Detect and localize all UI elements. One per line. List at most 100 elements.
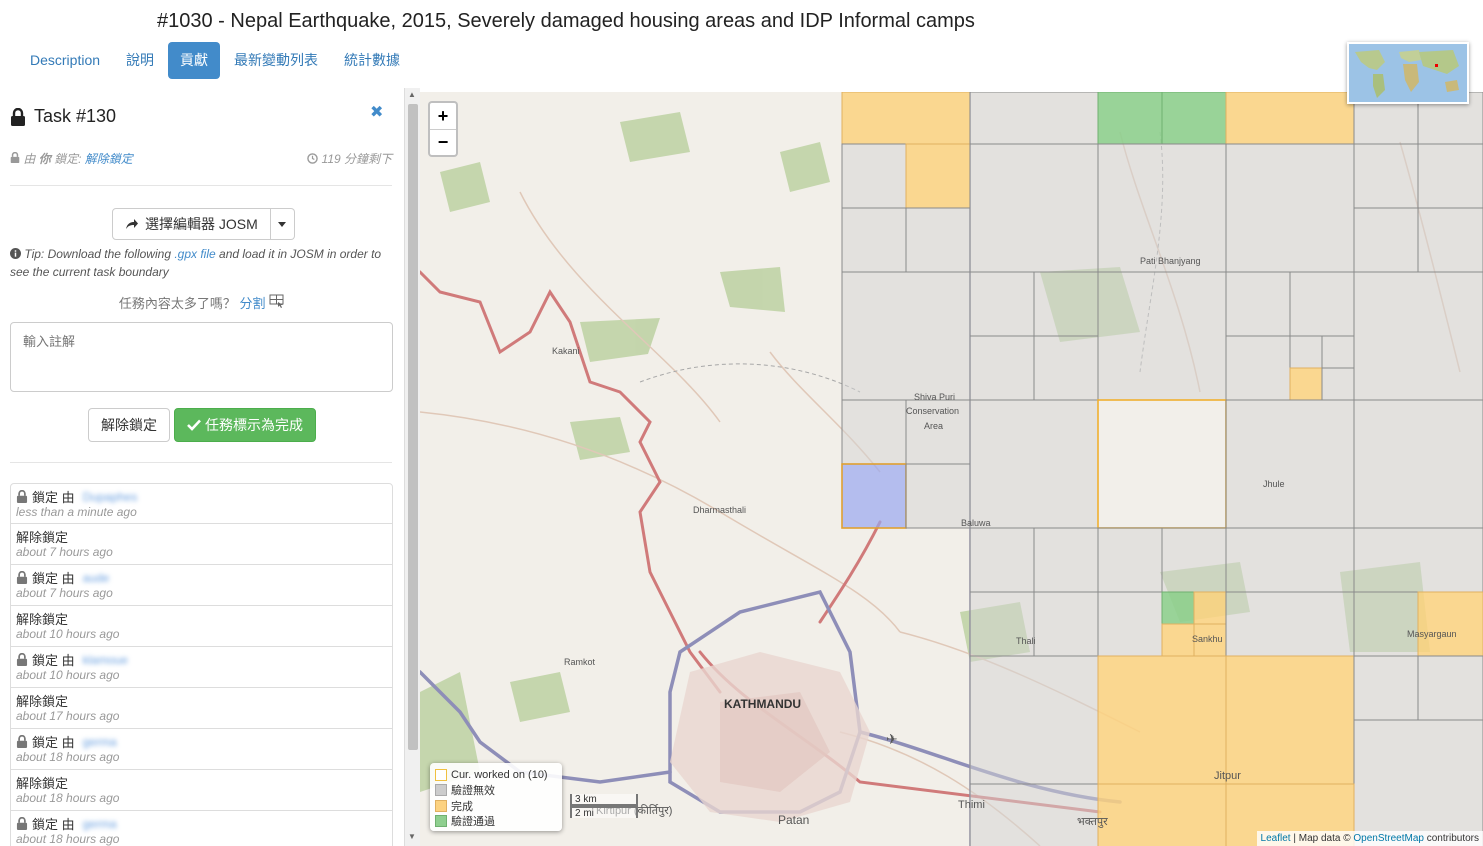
zoom-in-button[interactable]: + <box>430 103 456 129</box>
task-cell[interactable] <box>1097 92 1163 145</box>
zoom-out-button[interactable]: − <box>430 129 456 155</box>
history-user[interactable]: germa <box>83 735 117 749</box>
task-cell[interactable] <box>969 92 1099 145</box>
place-label: Thimi <box>958 799 985 811</box>
task-cell[interactable] <box>1353 527 1483 593</box>
map-tiles[interactable]: KakaniDharmasthaliRamkotKATHMANDUPatanKi… <box>420 92 1483 846</box>
task-cell[interactable] <box>841 143 907 209</box>
task-cell[interactable] <box>1033 591 1099 657</box>
task-cell[interactable] <box>1097 399 1227 529</box>
task-cell[interactable] <box>1097 655 1227 785</box>
task-cell[interactable] <box>1225 143 1355 273</box>
task-cell[interactable] <box>1417 143 1483 209</box>
task-cell[interactable] <box>1161 623 1195 657</box>
task-cell[interactable] <box>841 271 971 401</box>
history-user[interactable]: klamoue <box>83 653 128 667</box>
task-cell[interactable] <box>969 783 1099 846</box>
place-label: Thali <box>1016 636 1036 646</box>
task-cell[interactable] <box>1353 399 1483 529</box>
overview-mini-map[interactable] <box>1347 42 1469 104</box>
task-cell[interactable] <box>1225 591 1355 657</box>
unlock-button[interactable]: 解除鎖定 <box>88 408 170 442</box>
history-user[interactable]: Dupaphes <box>83 490 138 504</box>
tab-contribute[interactable]: 貢獻 <box>168 42 221 79</box>
task-cell[interactable] <box>1289 367 1323 401</box>
task-cell[interactable] <box>1353 271 1483 401</box>
task-cell[interactable] <box>1097 143 1227 273</box>
task-cell[interactable] <box>1161 527 1227 593</box>
task-cell[interactable] <box>841 207 907 273</box>
task-map[interactable]: KakaniDharmasthaliRamkotKATHMANDUPatanKi… <box>420 92 1483 846</box>
mark-done-button[interactable]: 任務標示為完成 <box>174 408 316 442</box>
task-cell[interactable] <box>969 655 1099 785</box>
history-user[interactable]: germa <box>83 817 117 831</box>
task-cell[interactable] <box>1353 719 1483 846</box>
history-time: about 17 hours ago <box>16 709 120 723</box>
task-cell[interactable] <box>969 271 1035 337</box>
history-user[interactable]: aude <box>83 571 110 585</box>
task-cell[interactable] <box>1225 399 1355 529</box>
task-cell[interactable] <box>1353 207 1419 273</box>
gpx-file-link[interactable]: .gpx file <box>174 247 215 261</box>
task-cell[interactable] <box>841 92 971 145</box>
airport-icon: ✈ <box>886 731 898 747</box>
editor-dropdown-toggle[interactable] <box>270 208 295 240</box>
tab-instructions[interactable]: 說明 <box>114 42 166 79</box>
unlock-link[interactable]: 解除鎖定 <box>85 152 133 166</box>
task-cell[interactable] <box>1097 783 1227 846</box>
history-action-label: 解除鎖定 <box>16 776 69 791</box>
task-cell[interactable] <box>1033 335 1099 401</box>
task-cell[interactable] <box>1353 591 1419 657</box>
leaflet-link[interactable]: Leaflet <box>1261 833 1291 844</box>
history-time: about 10 hours ago <box>16 627 120 641</box>
scrollbar-thumb[interactable] <box>408 104 418 750</box>
history-time: about 7 hours ago <box>16 586 113 600</box>
task-cell[interactable] <box>1225 271 1291 337</box>
editor-button[interactable]: 選擇編輯器 JOSM <box>112 208 271 240</box>
task-cell[interactable] <box>1289 271 1355 337</box>
scroll-down-icon[interactable]: ▼ <box>408 832 416 841</box>
task-cell[interactable] <box>841 399 907 465</box>
scroll-up-icon[interactable]: ▲ <box>408 90 416 99</box>
history-action: 解除鎖定 <box>16 610 387 627</box>
task-cell[interactable] <box>1225 655 1355 785</box>
legend-label: 驗證通過 <box>451 816 495 829</box>
split-task-link[interactable]: 分割 <box>240 296 266 311</box>
task-cell[interactable] <box>1353 143 1419 209</box>
task-cell[interactable] <box>969 527 1035 593</box>
task-cell[interactable] <box>905 207 971 273</box>
task-cell[interactable] <box>1161 92 1227 145</box>
task-cell[interactable] <box>1225 527 1355 593</box>
task-cell[interactable] <box>1161 591 1195 625</box>
close-task-icon[interactable]: ✖ <box>370 102 383 122</box>
task-cell[interactable] <box>1321 367 1355 401</box>
tab-description[interactable]: Description <box>18 42 112 79</box>
task-cell[interactable] <box>1193 591 1227 625</box>
task-cell[interactable] <box>1097 527 1163 593</box>
task-cell[interactable] <box>1417 207 1483 273</box>
task-cell[interactable] <box>1033 271 1099 337</box>
task-cell[interactable] <box>1225 92 1355 145</box>
task-cell[interactable] <box>1417 655 1483 721</box>
task-cell[interactable] <box>905 143 971 209</box>
comment-input[interactable] <box>10 322 393 392</box>
task-cell[interactable] <box>1321 335 1355 369</box>
osm-link[interactable]: OpenStreetMap <box>1353 833 1424 844</box>
task-cell[interactable] <box>1097 271 1227 401</box>
task-cell[interactable] <box>969 335 1035 401</box>
task-cell[interactable] <box>841 463 907 529</box>
task-cell[interactable] <box>1289 335 1323 369</box>
task-cell[interactable] <box>1353 655 1419 721</box>
task-cell[interactable] <box>969 591 1035 657</box>
task-cell[interactable] <box>1033 527 1099 593</box>
history-action: 解除鎖定 <box>16 774 387 791</box>
task-cell[interactable] <box>1225 335 1291 401</box>
tab-statistics[interactable]: 統計數據 <box>332 42 412 79</box>
lock-icon <box>16 653 28 666</box>
sidebar-scrollbar[interactable]: ▲ ▼ <box>404 88 420 846</box>
tab-recent-changes[interactable]: 最新變動列表 <box>222 42 330 79</box>
task-cell[interactable] <box>969 399 1099 529</box>
task-cell[interactable] <box>1417 591 1483 657</box>
task-cell[interactable] <box>1097 591 1163 657</box>
task-cell[interactable] <box>969 143 1099 273</box>
